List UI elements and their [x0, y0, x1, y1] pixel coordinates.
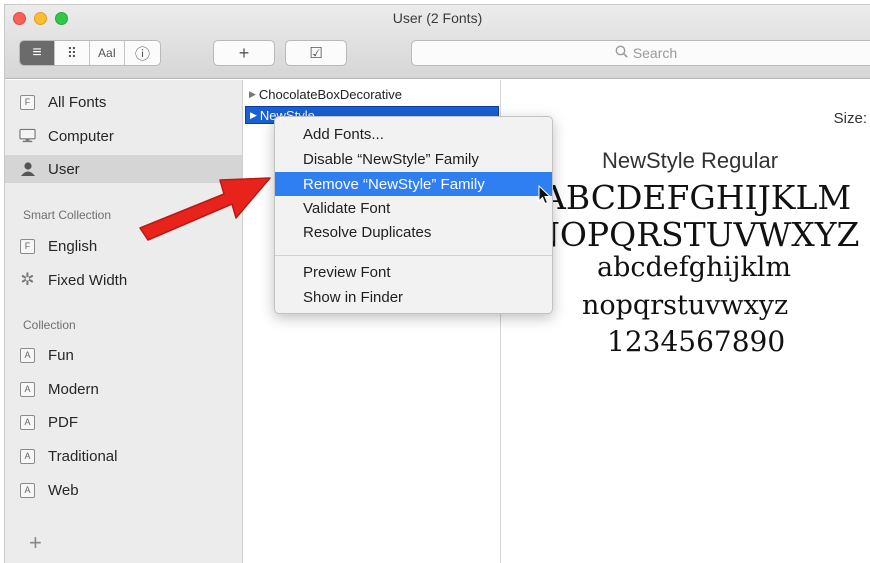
preview-uppercase-line-2: NOPQRSTUVWXYZ	[531, 215, 860, 254]
add-collection-button[interactable]: +	[29, 530, 42, 556]
search-icon	[615, 45, 628, 61]
window-title: User (2 Fonts)	[392, 10, 483, 26]
sidebar-item-fun[interactable]: A Fun	[19, 344, 74, 366]
font-box-icon: F	[19, 94, 36, 111]
sidebar-item-label: Web	[48, 481, 79, 499]
sidebar-item-fixed-width[interactable]: ✲ Fixed Width	[19, 269, 127, 291]
collection-icon: A	[19, 448, 36, 465]
collection-icon: A	[19, 414, 36, 431]
preview-numerals-line: 1234567890	[607, 325, 786, 358]
info-icon[interactable]: ⓘ	[125, 41, 160, 65]
preview-font-name: NewStyle Regular	[602, 148, 779, 173]
collection-icon: A	[19, 482, 36, 499]
sidebar-item-english[interactable]: F English	[19, 235, 97, 257]
sidebar-item-label: PDF	[48, 413, 78, 431]
list-item-chocolateboxdecorative[interactable]: ▶ ChocolateBoxDecorative	[245, 85, 402, 103]
menu-item-add-fonts[interactable]: Add Fonts...	[275, 122, 552, 146]
menu-item-validate-font[interactable]: Validate Font	[275, 196, 552, 220]
menu-item-disable-family[interactable]: Disable “NewStyle” Family	[275, 147, 552, 171]
sidebar-item-label: English	[48, 237, 98, 255]
context-menu: Add Fonts... Disable “NewStyle” Family R…	[274, 116, 553, 314]
sidebar-item-label: Fun	[48, 346, 74, 364]
add-font-button[interactable]: +	[213, 40, 275, 66]
font-box-icon: F	[19, 238, 36, 255]
search-placeholder: Search	[632, 45, 678, 61]
menu-item-show-in-finder[interactable]: Show in Finder	[275, 285, 552, 309]
sidebar-item-modern[interactable]: A Modern	[19, 378, 99, 400]
font-preview-pane: Size: NewStyle Regular ABCDEFGHIJKLM NOP…	[502, 80, 870, 563]
sidebar: F All Fonts Computer User Smart Collecti…	[5, 80, 243, 563]
menu-separator	[275, 255, 552, 256]
sidebar-item-traditional[interactable]: A Traditional	[19, 445, 117, 467]
preview-uppercase-line-1: ABCDEFGHIJKLM	[542, 178, 852, 217]
disclosure-triangle-icon[interactable]: ▶	[249, 89, 256, 100]
sidebar-item-web[interactable]: A Web	[19, 479, 79, 501]
smart-collection-header: Smart Collection	[23, 208, 112, 222]
validate-font-button[interactable]: ☑	[285, 40, 347, 66]
titlebar: User (2 Fonts) ≡ ⠿ AaI ⓘ + ☑ Search	[5, 5, 870, 79]
person-icon	[19, 161, 36, 178]
sidebar-item-all-fonts[interactable]: F All Fonts	[19, 91, 106, 113]
sidebar-item-label: Computer	[48, 127, 114, 145]
menu-item-remove-family[interactable]: Remove “NewStyle” Family	[275, 172, 552, 196]
sidebar-item-pdf[interactable]: A PDF	[19, 411, 78, 433]
sidebar-item-label: Modern	[48, 380, 99, 398]
preview-lowercase-line-2: nopqrstuvwxyz	[582, 290, 789, 321]
mouse-cursor-icon	[538, 184, 552, 208]
menu-item-preview-font[interactable]: Preview Font	[275, 260, 552, 284]
collection-header: Collection	[23, 318, 76, 332]
gear-icon: ✲	[20, 270, 35, 289]
sidebar-item-label: User	[48, 160, 80, 178]
view-mode-segmented-control: ≡ ⠿ AaI ⓘ	[19, 40, 161, 66]
sample-text-icon[interactable]: AaI	[90, 41, 125, 65]
sidebar-item-label: All Fonts	[48, 93, 107, 111]
monitor-icon	[19, 128, 36, 145]
collection-icon: A	[19, 347, 36, 364]
sidebar-item-label: Fixed Width	[48, 271, 128, 289]
grid-icon[interactable]: ⠿	[55, 41, 90, 65]
disclosure-triangle-icon[interactable]: ▶	[250, 110, 257, 121]
list-item-label: ChocolateBoxDecorative	[258, 86, 402, 102]
sidebar-item-computer[interactable]: Computer	[19, 125, 114, 147]
menu-item-resolve-duplicates[interactable]: Resolve Duplicates	[275, 220, 552, 244]
collection-icon: A	[19, 381, 36, 398]
size-label: Size:	[833, 110, 867, 127]
red-arrow-annotation-icon	[136, 164, 276, 247]
search-field[interactable]: Search	[411, 40, 870, 66]
preview-lowercase-line-1: abcdefghijklm	[597, 252, 792, 283]
list-icon[interactable]: ≡	[20, 41, 55, 65]
sidebar-item-label: Traditional	[48, 447, 118, 465]
